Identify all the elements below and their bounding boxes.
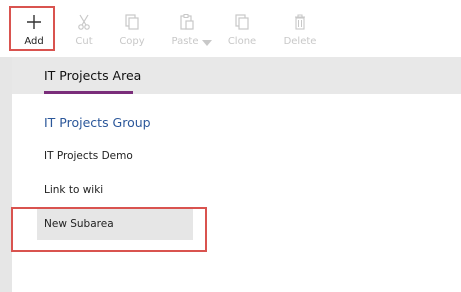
delete-button[interactable]: Delete <box>277 0 323 57</box>
paste-button[interactable]: Paste <box>167 0 219 57</box>
copy-button[interactable]: Copy <box>110 0 154 57</box>
command-bar: Add Cut Copy Paste Clone Delete <box>0 0 461 57</box>
clone-icon <box>235 14 249 30</box>
clone-button[interactable]: Clone <box>220 0 264 57</box>
group-title[interactable]: IT Projects Group <box>44 115 151 130</box>
subarea-item-link-to-wiki[interactable]: Link to wiki <box>44 184 103 196</box>
copy-label: Copy <box>119 36 145 47</box>
new-subarea-highlight-box <box>11 207 207 252</box>
copy-icon <box>125 14 139 30</box>
area-header: IT Projects Area <box>12 57 461 94</box>
trash-icon <box>295 14 305 30</box>
cut-button[interactable]: Cut <box>62 0 106 57</box>
subarea-item-it-projects-demo[interactable]: IT Projects Demo <box>44 150 133 162</box>
area-title[interactable]: IT Projects Area <box>44 68 141 83</box>
add-highlight-box <box>9 6 55 51</box>
clone-label: Clone <box>227 36 257 47</box>
scissors-icon <box>78 14 90 30</box>
left-rail <box>0 57 12 292</box>
paste-icon <box>180 14 194 30</box>
cut-label: Cut <box>75 36 93 47</box>
sitemap-content: IT Projects Group IT Projects Demo Link … <box>12 94 461 292</box>
delete-label: Delete <box>283 36 317 47</box>
paste-label: Paste <box>171 36 199 47</box>
chevron-down-icon[interactable] <box>202 40 212 46</box>
